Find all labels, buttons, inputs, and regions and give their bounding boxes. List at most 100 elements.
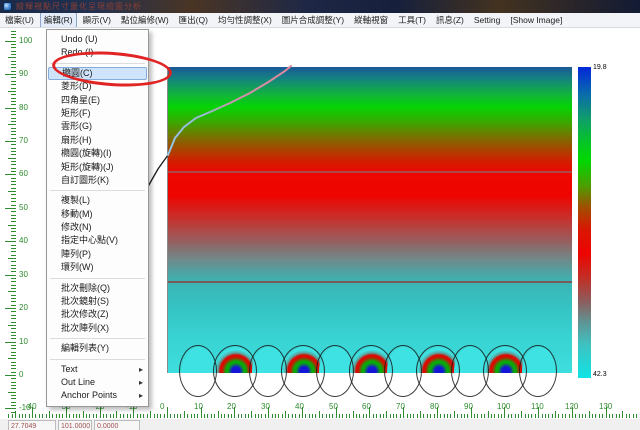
ruler-tick [11,184,16,185]
ruler-tick [11,215,16,216]
ruler-tick [278,414,279,418]
menubar-item-6[interactable]: 圖片合成調整(Y) [278,13,348,28]
menubar-item-10[interactable]: Setting [470,13,504,27]
ruler-tick [11,378,16,379]
context-menu-item[interactable]: 批次陣列(X) [48,322,147,335]
ruler-tick [174,414,175,418]
ruler-tick [353,411,354,418]
ruler-tick [11,318,16,319]
ruler-tick [521,411,522,418]
ruler-number: 20 [19,304,28,312]
ruler-tick [5,375,16,376]
ruler-tick [11,138,16,139]
context-menu-item[interactable]: 複製(L) [48,194,147,207]
ruler-tick [5,41,16,42]
ruler-tick [191,414,192,418]
ruler-tick [380,414,381,418]
menubar-item-3[interactable]: 點位編修(W) [117,13,173,28]
ruler-tick [501,414,502,418]
ruler-tick [11,338,16,339]
context-menu-item[interactable]: 矩形(F) [48,107,147,120]
ruler-tick [467,414,468,418]
context-menu-item[interactable]: 菱形(D) [48,80,147,93]
ruler-tick [609,414,610,418]
context-menu-item[interactable]: Text▸ [48,363,147,376]
ruler-tick [11,261,16,262]
context-menu-item[interactable]: Out Line▸ [48,376,147,389]
ruler-tick [56,414,57,418]
context-menu-item-ellipse[interactable]: 橢圓(C) [48,67,147,80]
ruler-tick [11,348,16,349]
ruler-tick [73,414,74,418]
ruler-tick [11,171,16,172]
context-menu-item[interactable]: 矩形(旋轉)(J) [48,161,147,174]
ruler-tick [137,414,138,418]
ruler-tick [79,414,80,418]
ruler-number: 90 [19,70,28,78]
context-menu-item[interactable]: 陣列(P) [48,248,147,261]
ruler-tick [423,414,424,418]
ruler-tick [11,188,16,189]
ruler-tick [464,414,465,418]
menubar-item-2[interactable]: 顯示(V) [79,13,115,28]
ruler-tick [430,414,431,418]
ruler-tick [11,94,16,95]
context-menu-item[interactable]: Anchor Points▸ [48,389,147,402]
context-menu-item[interactable]: 移動(M) [48,208,147,221]
ruler-tick [11,81,16,82]
context-menu-item[interactable]: 橢圓(旋轉)(I) [48,147,147,160]
ruler-tick [11,114,16,115]
ruler-tick [39,414,40,418]
ruler-tick [251,411,252,418]
ruler-tick [204,414,205,418]
ruler-tick [285,411,286,418]
ruler-tick [11,271,16,272]
menubar-item-4[interactable]: 匯出(Q) [175,13,212,28]
menubar-item-0[interactable]: 檔案(U) [1,13,38,28]
context-menu-item[interactable]: 環列(W) [48,261,147,274]
context-menu-item[interactable]: Undo (U) [48,33,147,46]
ruler-tick [5,275,16,276]
ruler-tick [218,411,219,418]
ruler-tick [197,414,198,418]
menubar-item-8[interactable]: 工具(T) [394,13,430,28]
menubar-item-9[interactable]: 訊息(Z) [432,13,468,28]
context-menu-item[interactable]: 扇形(H) [48,134,147,147]
ruler-tick [103,414,104,418]
ruler-tick [282,414,283,418]
menu-separator [50,63,145,64]
context-menu-item[interactable]: 批次刪除(Q) [48,282,147,295]
ruler-tick [11,365,16,366]
context-menu-item[interactable]: 修改(N) [48,221,147,234]
menubar-item-1[interactable]: 編輯(R) [40,13,77,28]
context-menu-item[interactable]: 批次鏡射(S) [48,295,147,308]
ruler-number: 60 [362,403,371,411]
ruler-tick [150,411,151,418]
context-menu-item[interactable]: 指定中心點(V) [48,234,147,247]
menubar-item-5[interactable]: 均勻性調整(X) [214,13,276,28]
ruler-tick [214,414,215,418]
ruler-tick [11,161,16,162]
context-menu-item[interactable]: 雲形(G) [48,120,147,133]
ruler-tick [407,414,408,418]
ruler-tick [8,291,16,292]
menubar-item-7[interactable]: 縱軸視窗 [350,13,392,28]
menu-separator [50,359,145,360]
ruler-tick [359,414,360,418]
context-menu-item[interactable]: Redo (I) [48,46,147,59]
threshold-line [168,281,572,283]
menubar-item-11[interactable]: [Show Image] [506,13,566,27]
context-menu-item[interactable]: 編輯列表(Y) [48,342,147,355]
context-menu-item[interactable]: 批次修改(Z) [48,308,147,321]
ruler-tick [177,414,178,418]
context-menu-item[interactable]: 自訂圖形(K) [48,174,147,187]
ruler-tick [595,414,596,418]
ruler-tick [11,398,16,399]
ruler-tick [417,414,418,418]
ruler-tick [11,37,16,38]
ruler-tick [11,268,16,269]
ruler-tick [46,414,47,418]
context-menu-item[interactable]: 四角星(E) [48,94,147,107]
ruler-tick [477,414,478,418]
heatmap-canvas[interactable] [167,67,572,373]
